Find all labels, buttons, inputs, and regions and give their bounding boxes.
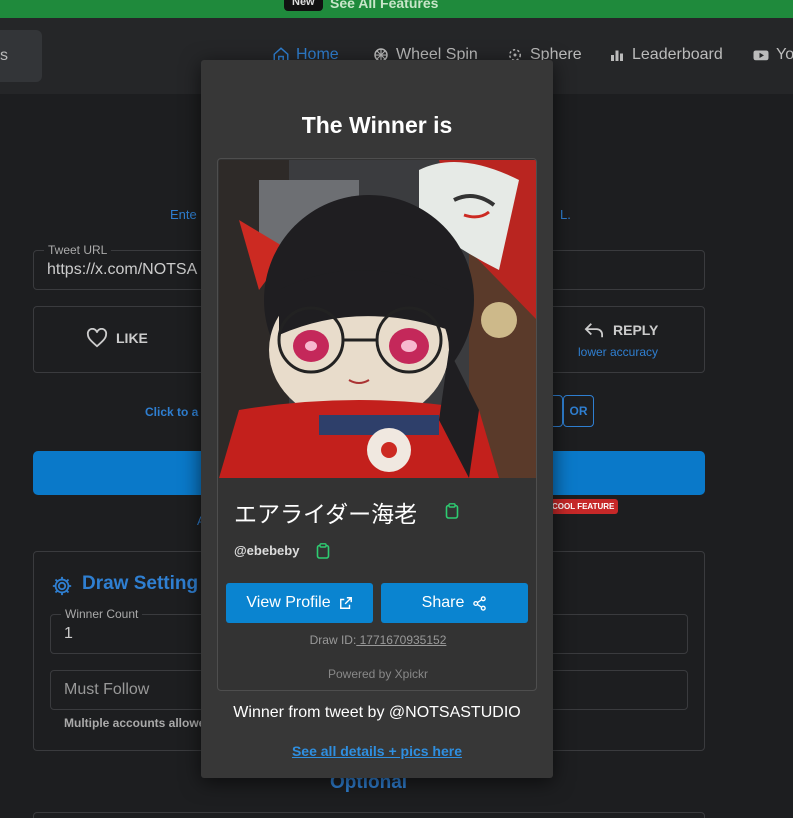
leaderboard-icon	[611, 50, 623, 61]
instruction-text-right: L.	[560, 207, 571, 222]
click-to-add-text: Click to a	[145, 405, 199, 419]
cool-feature-badge: COOL FEATURE	[548, 499, 619, 514]
must-follow-placeholder: Must Follow	[64, 681, 150, 698]
share-button[interactable]: Share	[381, 583, 528, 623]
or-label: OR	[569, 404, 588, 418]
new-badge: New	[284, 0, 323, 11]
optional-panel	[33, 812, 705, 818]
nav-youtube-label: Yo	[776, 46, 793, 63]
nav-youtube[interactable]: Yo	[752, 46, 793, 64]
logo-button[interactable]: s	[0, 30, 42, 82]
draw-id-value[interactable]: 1771670935152	[356, 633, 447, 647]
logo-text: s	[0, 47, 8, 64]
draw-id-label: Draw ID:	[309, 633, 357, 647]
winner-from-tweet: Winner from tweet by @NOTSASTUDIO	[233, 704, 521, 721]
tweet-url-value: https://x.com/NOTSA	[47, 261, 198, 278]
winner-handle: @ebebeby	[234, 543, 300, 558]
youtube-icon	[753, 50, 769, 61]
see-details-link[interactable]: See all details + pics here	[201, 743, 553, 759]
gear-icon	[52, 576, 72, 596]
plush-doll-image	[219, 160, 536, 478]
see-all-features-link[interactable]: See All Features	[330, 0, 438, 11]
copy-handle-clipboard-icon[interactable]	[316, 543, 330, 559]
or-toggle[interactable]: OR	[563, 395, 594, 427]
view-profile-label: View Profile	[246, 594, 331, 611]
winner-photo	[219, 160, 536, 478]
powered-by: Powered by Xpickr	[327, 667, 429, 681]
winner-modal: The Winner is エアライダー海老 @ebebeby View Pro…	[201, 60, 553, 778]
share-icon	[473, 595, 487, 611]
reply-sublabel: lower accuracy	[578, 345, 659, 359]
like-label: LIKE	[116, 330, 148, 346]
winner-count-value: 1	[64, 625, 73, 642]
winner-name: エアライダー海老	[234, 501, 418, 527]
external-link-icon	[339, 597, 352, 609]
share-label: Share	[421, 594, 465, 611]
copy-name-clipboard-icon[interactable]	[445, 503, 459, 519]
reply-label: REPLY	[613, 322, 659, 338]
tweet-url-legend: Tweet URL	[44, 243, 112, 257]
draw-id: Draw ID: 1771670935152	[218, 633, 536, 647]
like-option[interactable]: LIKE	[86, 328, 148, 348]
nav-leaderboard[interactable]: Leaderboard	[608, 46, 723, 64]
winner-card: エアライダー海老 @ebebeby View Profile Share Dra…	[217, 158, 537, 691]
heart-icon	[86, 328, 108, 348]
modal-title: The Winner is	[301, 112, 453, 138]
reply-option[interactable]: REPLY	[583, 321, 658, 339]
top-banner[interactable]: New See All Features	[0, 0, 793, 18]
instruction-text-left: Ente	[170, 207, 197, 222]
draw-settings-title: Draw Setting	[82, 573, 199, 594]
nav-leaderboard-label: Leaderboard	[632, 46, 723, 63]
reply-icon	[584, 323, 603, 338]
view-profile-button[interactable]: View Profile	[226, 583, 373, 623]
multiple-accounts-hint: Multiple accounts allowe	[64, 716, 206, 730]
winner-count-legend: Winner Count	[61, 607, 143, 621]
